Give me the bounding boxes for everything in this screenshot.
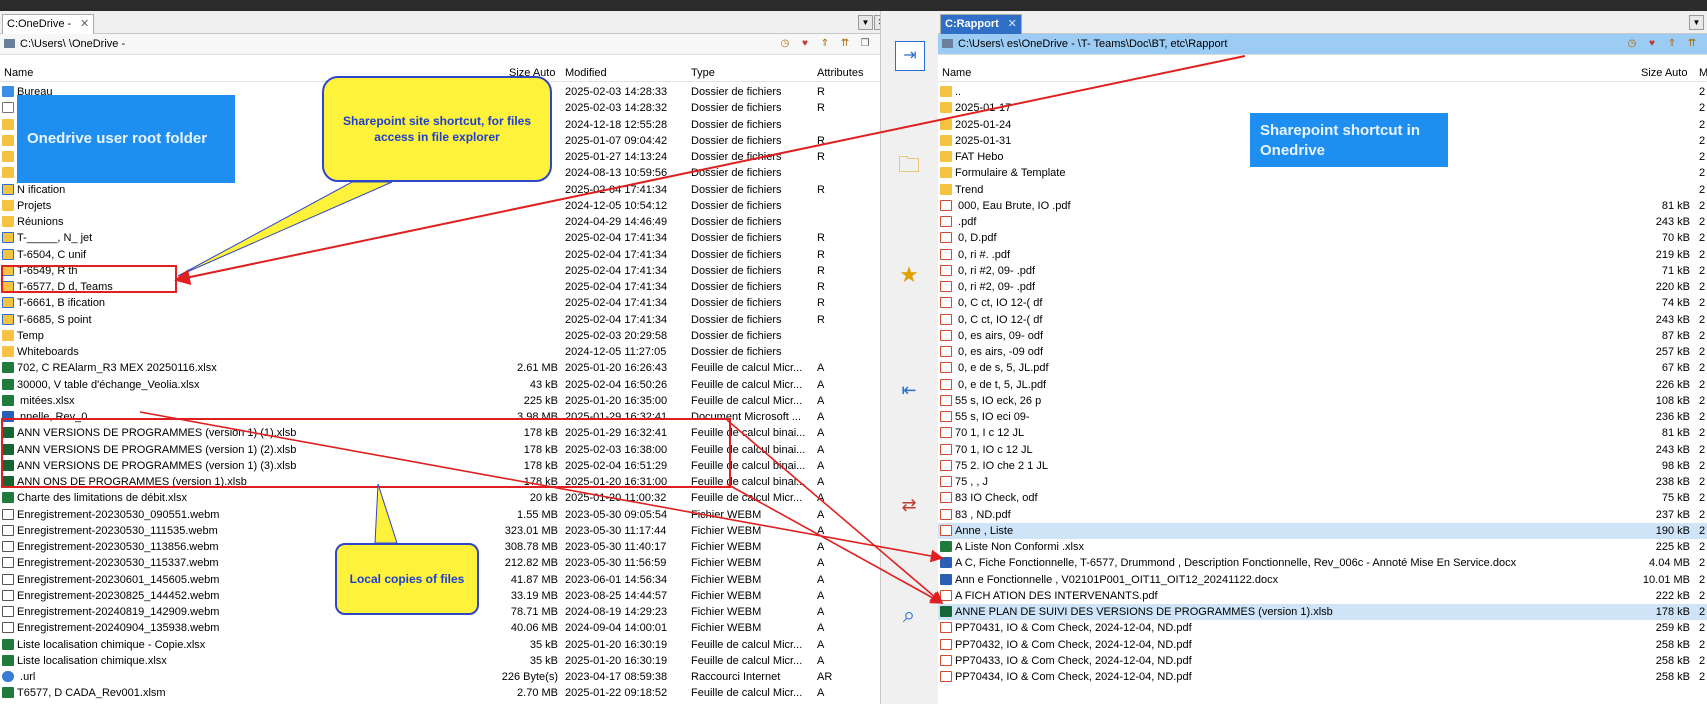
arrow-path-to-shortcut [174, 55, 1246, 285]
callout-pointer-local-copies [374, 483, 398, 544]
annotation-arrows [139, 55, 1246, 605]
callout-pointer-sharepoint [177, 181, 393, 277]
arrow-xlsb-to-remote-2 [726, 483, 944, 604]
arrow-xlsb-to-remote [726, 419, 944, 605]
